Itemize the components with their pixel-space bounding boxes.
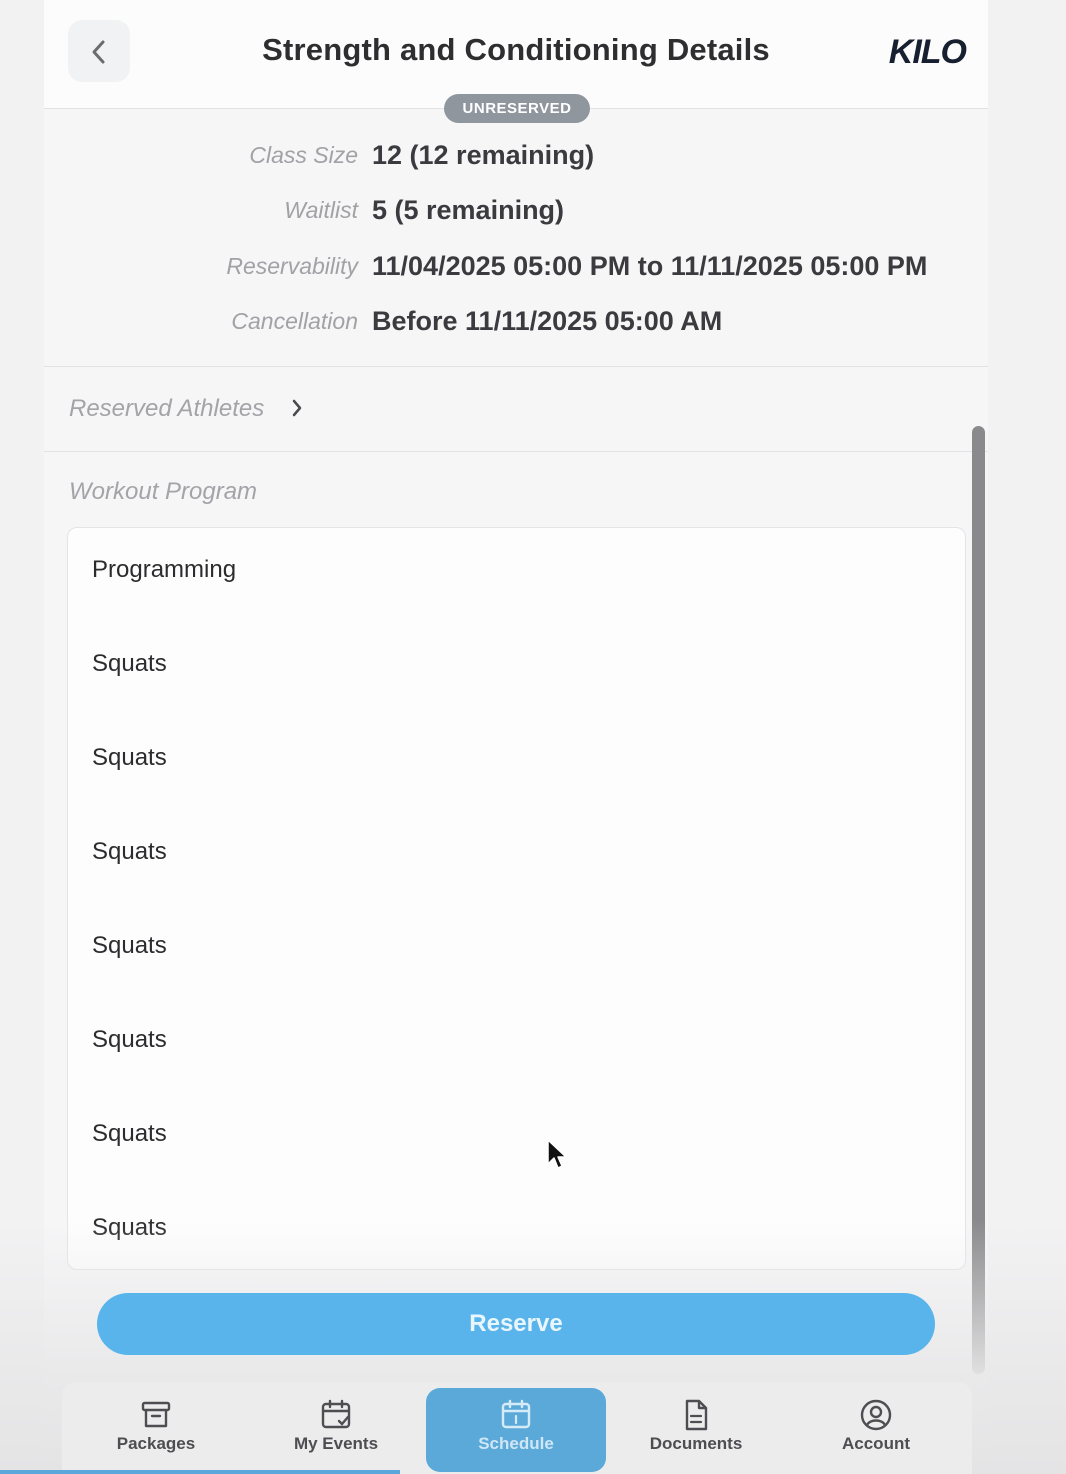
bottom-nav: Packages My Events Schedule Documents Ac… (62, 1382, 972, 1474)
reserved-athletes-label: Reserved Athletes (69, 395, 265, 422)
mouse-cursor-icon (547, 1139, 567, 1169)
info-label: Cancellation (231, 308, 358, 334)
user-circle-icon (860, 1399, 892, 1431)
page-title: Strength and Conditioning Details (262, 32, 770, 67)
info-row-waitlist: Waitlist 5 (5 remaining) (44, 189, 988, 229)
logo-text: KILO (888, 32, 967, 71)
class-info: Class Size 12 (12 remaining) Waitlist 5 … (44, 110, 988, 367)
nav-label: Documents (649, 1434, 743, 1453)
nav-label: My Events (293, 1434, 379, 1453)
nav-item-documents[interactable]: Documents (606, 1382, 786, 1474)
nav-label: Schedule (478, 1434, 554, 1453)
workout-item-heading: Programming (92, 556, 237, 583)
workout-program-label: Workout Program (69, 478, 258, 505)
info-row-cancellation: Cancellation Before 11/11/2025 05:00 AM (44, 300, 988, 340)
workout-item: Squats (92, 650, 167, 677)
calendar-check-icon (321, 1399, 351, 1429)
nav-item-my-events[interactable]: My Events (246, 1382, 426, 1474)
info-row-reservability: Reservability 11/04/2025 05:00 PM to 11/… (44, 245, 988, 285)
info-label: Class Size (249, 142, 358, 168)
archive-box-icon (141, 1401, 171, 1428)
nav-item-packages[interactable]: Packages (66, 1382, 246, 1474)
scrollbar[interactable] (972, 426, 985, 1374)
progress-line (0, 1470, 400, 1474)
info-value: 5 (5 remaining) (372, 195, 565, 225)
workout-item: Squats (92, 1120, 167, 1147)
chevron-right-icon (292, 399, 302, 417)
nav-label: Packages (116, 1434, 196, 1453)
workout-item: Squats (92, 1026, 167, 1053)
document-icon (685, 1399, 708, 1431)
calendar-icon (501, 1399, 531, 1429)
kilo-logo: KILO (888, 32, 967, 72)
info-label: Reservability (226, 253, 358, 279)
info-value: 12 (12 remaining) (372, 140, 595, 170)
info-row-class-size: Class Size 12 (12 remaining) (44, 134, 988, 174)
workout-item: Squats (92, 1214, 167, 1241)
info-value: Before 11/11/2025 05:00 AM (372, 306, 723, 336)
reserved-athletes-row[interactable]: Reserved Athletes (44, 367, 988, 452)
reserve-button[interactable]: Reserve (97, 1293, 935, 1355)
event-details-screen: Strength and Conditioning Details KILO U… (44, 0, 988, 1474)
info-value: 11/04/2025 05:00 PM to 11/11/2025 05:00 … (372, 251, 928, 281)
workout-item: Squats (92, 932, 167, 959)
workout-item: Squats (92, 838, 167, 865)
nav-item-account[interactable]: Account (786, 1382, 966, 1474)
status-badge: UNRESERVED (444, 94, 590, 123)
header: Strength and Conditioning Details KILO (44, 0, 988, 109)
nav-item-schedule[interactable]: Schedule (426, 1388, 606, 1472)
workout-program-card: Programming Squats Squats Squats Squats … (67, 527, 966, 1270)
workout-item: Squats (92, 744, 167, 771)
info-label: Waitlist (284, 197, 358, 223)
nav-label: Account (842, 1434, 910, 1453)
